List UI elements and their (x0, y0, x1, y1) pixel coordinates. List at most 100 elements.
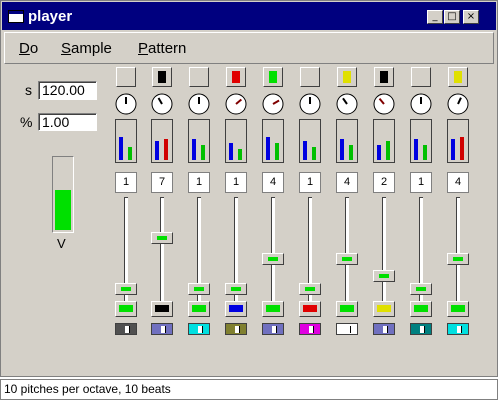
fader-track[interactable] (271, 197, 275, 303)
close-button[interactable]: × (463, 10, 479, 24)
pan-knob[interactable] (447, 93, 469, 115)
channel-color-button[interactable] (374, 67, 394, 87)
percent-input[interactable]: 1.00 (38, 113, 97, 131)
channel-instrument-swatch[interactable] (410, 323, 432, 335)
fader-thumb[interactable] (115, 283, 137, 296)
channel-instrument-swatch[interactable] (151, 323, 173, 335)
channel-mute-button[interactable] (151, 301, 173, 317)
channel-color-button[interactable] (300, 67, 320, 87)
channel-number[interactable]: 1 (188, 172, 210, 193)
channel-strip: 4 (333, 67, 361, 339)
title-bar[interactable]: player _ □ × (2, 2, 496, 30)
channel-color-button[interactable] (448, 67, 468, 87)
channel-mute-button[interactable] (447, 301, 469, 317)
menu-do[interactable]: Do (19, 40, 38, 57)
channel-number[interactable]: 1 (410, 172, 432, 193)
channel-number[interactable]: 4 (262, 172, 284, 193)
percent-label: % (20, 114, 33, 130)
pan-knob[interactable] (410, 93, 432, 115)
channel-number[interactable]: 1 (225, 172, 247, 193)
fader-thumb[interactable] (447, 253, 469, 266)
channel-mute-button[interactable] (115, 301, 137, 317)
fader-thumb[interactable] (373, 270, 395, 283)
channel-mute-led (192, 305, 206, 312)
level-bar-blue (303, 140, 307, 160)
swatch-marker (383, 326, 388, 333)
channel-color-swatch (232, 71, 240, 83)
channel-strip: 7 (148, 67, 176, 339)
fader-thumb[interactable] (151, 231, 173, 244)
channel-number[interactable]: 4 (447, 172, 469, 193)
fader-thumb[interactable] (188, 283, 210, 296)
channel-number[interactable]: 4 (336, 172, 358, 193)
level-bar-secondary (460, 137, 464, 160)
maximize-button[interactable]: □ (444, 10, 460, 24)
menu-pattern[interactable]: Pattern (138, 40, 186, 57)
channel-strip: 4 (259, 67, 287, 339)
channel-mute-button[interactable] (373, 301, 395, 317)
window-title: player (28, 8, 73, 25)
minimize-button[interactable]: _ (427, 10, 443, 24)
pan-knob[interactable] (373, 93, 395, 115)
channel-color-button[interactable] (152, 67, 172, 87)
channel-number[interactable]: 1 (115, 172, 137, 193)
fader-led (305, 287, 315, 292)
channel-mute-led (229, 305, 243, 312)
fader-thumb[interactable] (225, 283, 247, 296)
channel-instrument-swatch[interactable] (115, 323, 137, 335)
pan-knob[interactable] (188, 93, 210, 115)
channel-color-button[interactable] (411, 67, 431, 87)
channel-color-button[interactable] (116, 67, 136, 87)
pan-knob[interactable] (299, 93, 321, 115)
channel-mute-button[interactable] (410, 301, 432, 317)
pan-knob[interactable] (225, 93, 247, 115)
fader-track[interactable] (382, 197, 386, 303)
channel-number[interactable]: 7 (151, 172, 173, 193)
speed-input[interactable]: 120.00 (38, 81, 97, 100)
channel-instrument-swatch[interactable] (336, 323, 358, 335)
fader-thumb[interactable] (410, 283, 432, 296)
level-bar-secondary (238, 148, 242, 160)
volume-meter (52, 156, 74, 233)
channel-number[interactable]: 1 (299, 172, 321, 193)
channel-mute-button[interactable] (188, 301, 210, 317)
fader-led (231, 287, 241, 292)
fader-led (342, 257, 352, 262)
fader-thumb[interactable] (299, 283, 321, 296)
fader-thumb[interactable] (336, 253, 358, 266)
channel-color-button[interactable] (337, 67, 357, 87)
channel-color-swatch (454, 71, 462, 83)
channel-mute-button[interactable] (262, 301, 284, 317)
channel-mute-button[interactable] (225, 301, 247, 317)
channel-mute-button[interactable] (336, 301, 358, 317)
channel-mute-led (303, 305, 317, 312)
channel-color-button[interactable] (189, 67, 209, 87)
channel-instrument-swatch[interactable] (299, 323, 321, 335)
channel-strip: 1 (222, 67, 250, 339)
channel-mute-button[interactable] (299, 301, 321, 317)
level-bar-blue (414, 139, 418, 160)
channel-color-swatch (269, 71, 277, 83)
channel-instrument-swatch[interactable] (447, 323, 469, 335)
channel-color-button[interactable] (226, 67, 246, 87)
fader-thumb[interactable] (262, 253, 284, 266)
channel-number[interactable]: 2 (373, 172, 395, 193)
pan-knob[interactable] (336, 93, 358, 115)
channel-color-button[interactable] (263, 67, 283, 87)
fader-track[interactable] (456, 197, 460, 303)
pan-knob[interactable] (115, 93, 137, 115)
level-bar-secondary (312, 146, 316, 160)
channel-instrument-swatch[interactable] (225, 323, 247, 335)
level-bar-secondary (275, 142, 279, 160)
pan-knob[interactable] (151, 93, 173, 115)
fader-led (379, 274, 389, 279)
fader-track[interactable] (160, 197, 164, 303)
pan-knob[interactable] (262, 93, 284, 115)
channel-instrument-swatch[interactable] (373, 323, 395, 335)
channel-instrument-swatch[interactable] (188, 323, 210, 335)
speed-label: s (25, 82, 32, 98)
fader-track[interactable] (345, 197, 349, 303)
menu-sample[interactable]: Sample (61, 40, 112, 57)
channel-instrument-swatch[interactable] (262, 323, 284, 335)
level-bar-secondary (128, 146, 132, 160)
